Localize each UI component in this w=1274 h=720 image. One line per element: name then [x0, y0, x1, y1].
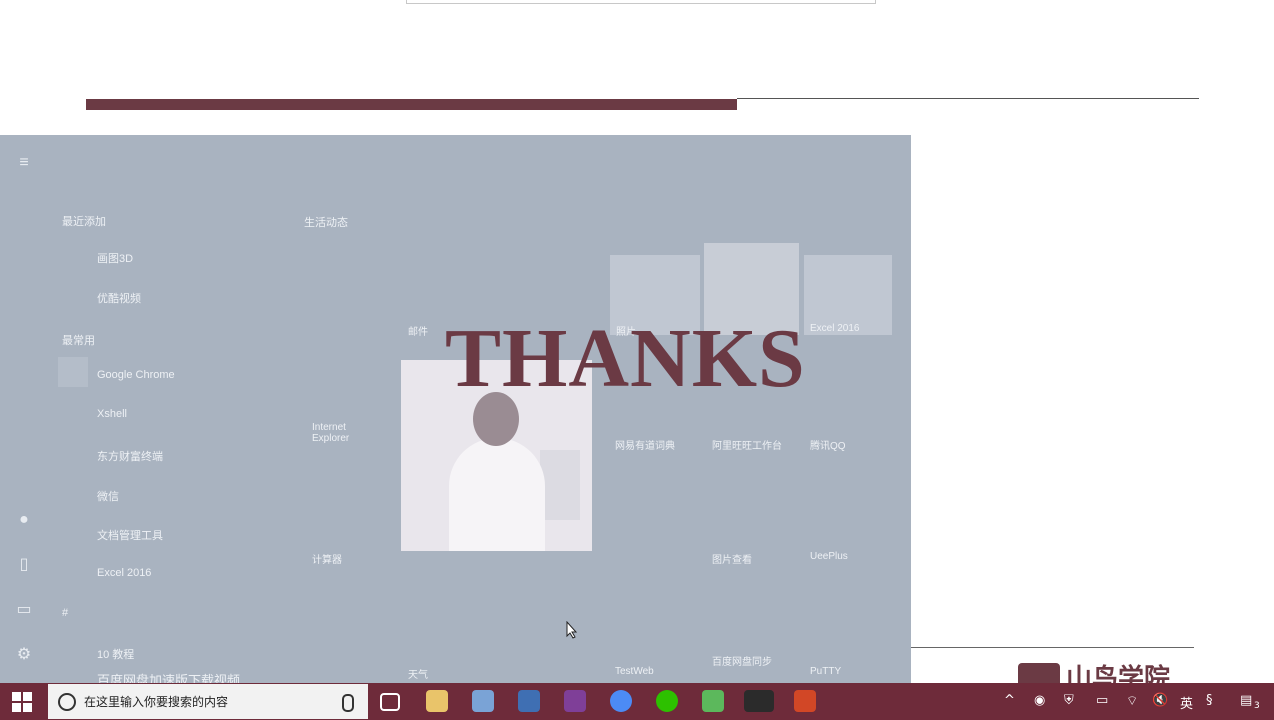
- taskbar-search-box[interactable]: 在这里输入你要搜索的内容: [48, 684, 368, 719]
- tile-label[interactable]: Excel 2016: [810, 323, 859, 334]
- tile-label[interactable]: 天气: [408, 666, 428, 681]
- section-hash[interactable]: #: [62, 607, 68, 619]
- photo-background: [540, 450, 580, 520]
- onenote-icon[interactable]: [564, 690, 586, 712]
- tile-label[interactable]: 图片查看: [712, 551, 752, 566]
- app-item[interactable]: 文档管理工具: [97, 527, 163, 543]
- task-view-icon[interactable]: [380, 693, 400, 711]
- notification-count: 3: [1254, 701, 1260, 711]
- slide-accent-line: [737, 98, 1199, 99]
- group-header-frequent: 最常用: [62, 335, 95, 347]
- notification-icon[interactable]: ▤: [1240, 693, 1252, 708]
- powerpoint-icon[interactable]: [794, 690, 816, 712]
- app-icon[interactable]: [472, 690, 494, 712]
- language-indicator[interactable]: 英: [1180, 693, 1193, 712]
- app-item[interactable]: 画图3D: [97, 250, 133, 266]
- tile-label[interactable]: 邮件: [408, 323, 428, 338]
- user-avatar-icon[interactable]: ●: [14, 510, 34, 530]
- search-placeholder: 在这里输入你要搜索的内容: [84, 695, 229, 709]
- tile-label[interactable]: 阿里旺旺工作台: [712, 437, 782, 452]
- battery-icon[interactable]: ▭: [1096, 693, 1108, 708]
- photo-figure: [449, 438, 545, 551]
- start-menu: ≡ ● ▯ ▭ ⚙ 最近添加 画图3D 优酷视频 最常用 Google Chro…: [0, 135, 911, 688]
- tile-label[interactable]: PuTTY: [810, 666, 841, 677]
- wechat-icon[interactable]: [656, 690, 678, 712]
- app-item[interactable]: 东方财富终端: [97, 448, 163, 464]
- tile-label[interactable]: 百度网盘同步: [712, 653, 792, 668]
- documents-icon[interactable]: ▯: [14, 555, 34, 575]
- tile-label[interactable]: TestWeb: [615, 666, 654, 677]
- app-icon[interactable]: [702, 690, 724, 712]
- slide-accent-bar: [86, 99, 737, 110]
- group-header-recent: 最近添加: [62, 216, 106, 228]
- tile-label[interactable]: 网易有道词典: [615, 437, 675, 452]
- app-item[interactable]: Excel 2016: [97, 567, 151, 579]
- tile-label[interactable]: UeePlus: [810, 551, 848, 562]
- hamburger-icon[interactable]: ≡: [14, 153, 34, 173]
- outlook-icon[interactable]: [518, 690, 540, 712]
- slide-top-frame: [406, 0, 876, 4]
- search-icon: [58, 692, 76, 711]
- tiles-group-header: 生活动态: [304, 217, 348, 229]
- app-item[interactable]: 10 教程: [97, 646, 134, 662]
- taskbar: 在这里输入你要搜索的内容 ^ ◉ ⛨ ▭ ⌔ 🔇 英 § ▤ 3: [0, 683, 1274, 720]
- wifi-icon[interactable]: ⌔: [1126, 693, 1138, 709]
- pictures-icon[interactable]: ▭: [14, 600, 34, 620]
- windows-start-icon[interactable]: [12, 692, 32, 712]
- camera-app-icon[interactable]: [744, 690, 774, 712]
- chrome-icon: [58, 357, 88, 387]
- app-item[interactable]: Xshell: [97, 408, 127, 420]
- chrome-taskbar-icon[interactable]: [610, 690, 632, 712]
- slide-title: THANKS: [445, 312, 806, 405]
- input-method-icon[interactable]: §: [1206, 693, 1213, 708]
- microphone-icon[interactable]: [342, 694, 354, 712]
- tile-label[interactable]: Internet Explorer: [312, 422, 372, 444]
- app-item[interactable]: 优酷视频: [97, 290, 141, 306]
- shield-icon[interactable]: ⛨: [1064, 693, 1074, 708]
- settings-gear-icon[interactable]: ⚙: [14, 645, 34, 665]
- volume-muted-icon[interactable]: 🔇: [1152, 693, 1168, 708]
- tile-label[interactable]: 腾讯QQ: [810, 437, 846, 452]
- tray-app-icon[interactable]: ◉: [1034, 693, 1045, 708]
- file-explorer-icon[interactable]: [426, 690, 448, 712]
- chevron-up-icon[interactable]: ^: [1004, 693, 1015, 708]
- app-item[interactable]: Google Chrome: [97, 369, 175, 381]
- tile-label[interactable]: 计算器: [312, 551, 342, 566]
- app-item[interactable]: 微信: [97, 488, 119, 504]
